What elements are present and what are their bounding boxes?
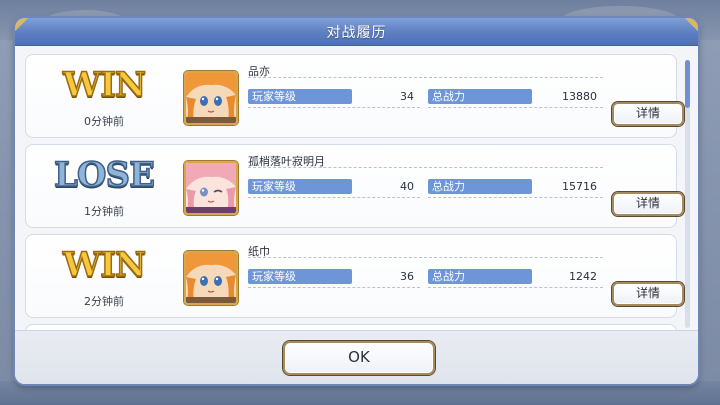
opponent-avatar <box>184 161 238 215</box>
player-level-label: 玩家等级 <box>248 269 352 284</box>
divider <box>248 197 420 198</box>
total-power-label: 总战力 <box>428 179 532 194</box>
divider <box>248 107 420 108</box>
divider <box>248 287 420 288</box>
time-ago: 1分钟前 <box>84 205 124 218</box>
total-power-value: 13880 <box>562 90 597 103</box>
history-entry: LOSE 1分钟前 孤梢落叶寂明月 玩家等级 40 总战力 15716 详情 <box>25 144 684 228</box>
divider <box>428 197 603 198</box>
player-level-label: 玩家等级 <box>248 179 352 194</box>
header-ornament-left <box>15 18 31 46</box>
ok-button[interactable]: OK <box>283 341 435 375</box>
dialog-footer: OK <box>15 330 698 384</box>
opponent-avatar <box>184 71 238 125</box>
player-level-value: 36 <box>400 270 414 283</box>
header-ornament-right <box>682 18 698 46</box>
result-win-label: WIN <box>62 64 147 106</box>
divider <box>248 257 603 258</box>
dialog-header: 对战履历 <box>15 18 698 46</box>
divider <box>248 167 603 168</box>
total-power-stat: 总战力 15716 <box>428 179 597 194</box>
total-power-stat: 总战力 13880 <box>428 89 597 104</box>
total-power-stat: 总战力 1242 <box>428 269 597 284</box>
result-win-label: WIN <box>62 244 147 286</box>
opponent-avatar <box>184 251 238 305</box>
time-ago: 2分钟前 <box>84 295 124 308</box>
battle-history-dialog: 对战履历 WIN 0分钟前 品亦 玩家等级 34 总战力 13880 详情 LO… <box>15 18 698 384</box>
player-level-stat: 玩家等级 36 <box>248 269 414 284</box>
divider <box>428 107 603 108</box>
player-level-stat: 玩家等级 34 <box>248 89 414 104</box>
total-power-value: 15716 <box>562 180 597 193</box>
battle-history-list[interactable]: WIN 0分钟前 品亦 玩家等级 34 总战力 13880 详情 LOSE 1分… <box>25 52 685 344</box>
total-power-value: 1242 <box>569 270 597 283</box>
detail-button[interactable]: 详情 <box>612 102 684 126</box>
player-level-value: 34 <box>400 90 414 103</box>
list-scrollbar[interactable] <box>685 60 690 328</box>
total-power-label: 总战力 <box>428 269 532 284</box>
detail-button[interactable]: 详情 <box>612 192 684 216</box>
dialog-title: 对战履历 <box>326 24 387 41</box>
history-entry: WIN 2分钟前 纸巾 玩家等级 36 总战力 1242 详情 <box>25 234 684 318</box>
scrollbar-thumb[interactable] <box>685 60 690 108</box>
history-entry: WIN 0分钟前 品亦 玩家等级 34 总战力 13880 详情 <box>25 54 684 138</box>
divider <box>248 77 603 78</box>
time-ago: 0分钟前 <box>84 115 124 128</box>
result-lose-label: LOSE <box>53 154 156 196</box>
detail-button[interactable]: 详情 <box>612 282 684 306</box>
divider <box>428 287 603 288</box>
player-level-value: 40 <box>400 180 414 193</box>
player-level-label: 玩家等级 <box>248 89 352 104</box>
total-power-label: 总战力 <box>428 89 532 104</box>
player-level-stat: 玩家等级 40 <box>248 179 414 194</box>
